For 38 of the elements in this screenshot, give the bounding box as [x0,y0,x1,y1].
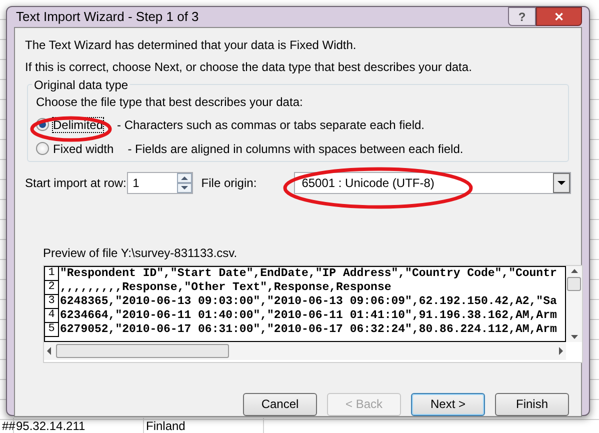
line-number: 4 [45,308,59,322]
start-row-value: 1 [132,174,140,192]
preview-line: 6234664,"2010-06-11 01:40:00","2010-06-11 01:41:10",91.196.38.162,AM,Arm [59,308,557,322]
preview-line: 6248365,"2010-06-13 09:03:00","2010-06-13 09:06:09",62.192.150.42,A2,"Sa [59,294,557,308]
dialog-button[interactable]: Next > [411,392,485,416]
close-button[interactable]: ✕ [536,7,582,26]
preview-label: Preview of file Y:\survey-831133.csv. [43,244,238,262]
line-number: 5 [45,322,59,336]
option-description: - Fields are aligned in columns with spaces between each field. [128,140,464,158]
scroll-thumb[interactable] [56,344,229,358]
scroll-thumb[interactable] [567,276,581,290]
group-prompt: Choose the file type that best describes your data: [36,94,304,110]
cell-text: 95.32.14.211 [14,418,144,433]
radio-label[interactable]: Fixed width [53,142,114,156]
start-row-label: Start import at row: [25,174,127,192]
intro-text: The Text Wizard has determined that your data is Fixed Width. [25,36,358,54]
cell-text: ## [0,418,14,433]
spin-arrows-icon[interactable] [177,172,192,192]
vertical-scrollbar[interactable] [566,266,582,342]
preview-line: 6279052,"2010-06-17 06:31:00","2010-06-17 06:32:24",80.86.224.112,AM,Arm [59,322,557,336]
window-title: Text Import Wizard - Step 1 of 3 [15,8,199,26]
cell-text: Finland [144,418,264,433]
dialog-button[interactable]: Finish [495,392,569,416]
radio-button[interactable] [36,142,49,155]
intro-text: If this is correct, choose Next, or choose the data type that best describes your data. [25,58,473,76]
file-origin-dropdown[interactable]: 65001 : Unicode (UTF-8) [294,172,571,194]
dialog-button[interactable]: Cancel [243,392,317,416]
help-button[interactable]: ? [508,7,536,26]
preview-line: "Respondent ID","Start Date",EndDate,"IP Address","Country Code","Countr [59,266,557,280]
line-number: 3 [45,294,59,308]
file-origin-label: File origin: [201,174,258,192]
line-number: 2 [45,280,59,294]
file-origin-value: 65001 : Unicode (UTF-8) [300,174,436,192]
preview-line: ,,,,,,,,,Response,"Other Text",Response,Response [59,280,392,294]
line-number: 1 [45,266,59,280]
horizontal-scrollbar[interactable] [44,342,566,360]
start-row-spinner[interactable]: 1 [126,172,194,194]
option-description: - Characters such as commas or tabs separate each field. [117,116,424,134]
